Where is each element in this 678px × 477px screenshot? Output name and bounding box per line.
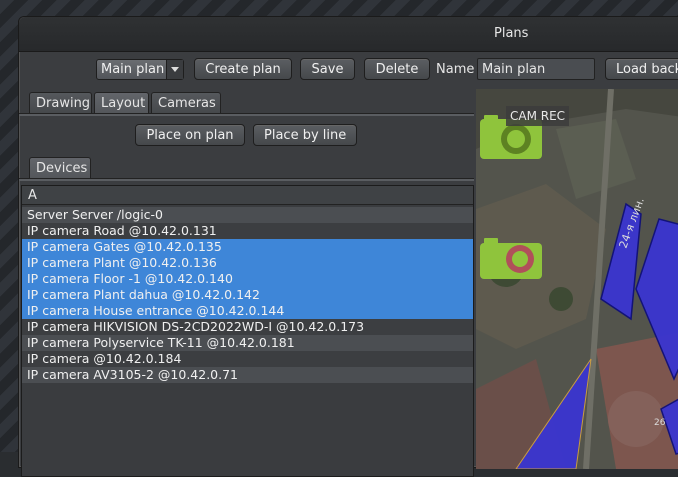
plans-window: Plans Main plan Create plan Save Delete …: [18, 16, 678, 477]
device-row[interactable]: IP camera AV3105-2 @10.42.0.71: [22, 367, 473, 383]
house-number-label: 26: [654, 418, 666, 428]
delete-button[interactable]: Delete: [364, 58, 430, 80]
tab-devices[interactable]: Devices: [29, 157, 91, 178]
titlebar[interactable]: Plans: [19, 17, 678, 52]
camera-icon[interactable]: [480, 238, 542, 279]
tab-divider: [19, 113, 474, 116]
list-header[interactable]: A: [22, 186, 473, 205]
chevron-down-icon[interactable]: [166, 60, 183, 79]
device-row[interactable]: IP camera House entrance @10.42.0.144: [22, 303, 473, 319]
tab-cameras[interactable]: Cameras: [151, 92, 221, 113]
place-by-line-button[interactable]: Place by line: [253, 124, 357, 146]
window-title: Plans: [494, 26, 529, 41]
device-row[interactable]: IP camera Plant @10.42.0.136: [22, 255, 473, 271]
device-list[interactable]: A Server Server /logic-0 IP camera Road @…: [21, 185, 474, 477]
device-row[interactable]: IP camera Plant dahua @10.42.0.142: [22, 287, 473, 303]
device-row[interactable]: IP camera Road @10.42.0.131: [22, 223, 473, 239]
device-row[interactable]: IP camera Gates @10.42.0.135: [22, 239, 473, 255]
device-row[interactable]: IP camera Polyservice TK-11 @10.42.0.181: [22, 335, 473, 351]
devices-tab-divider: [19, 178, 474, 181]
plan-select-value: Main plan: [101, 62, 165, 77]
name-field[interactable]: Main plan: [477, 58, 595, 80]
plan-select[interactable]: Main plan: [96, 59, 184, 80]
place-on-plan-button[interactable]: Place on plan: [135, 124, 245, 146]
load-background-button[interactable]: Load back: [605, 58, 678, 80]
tab-drawing[interactable]: Drawing: [29, 92, 92, 113]
cam-rec-badge: CAM REC: [506, 106, 570, 126]
name-label: Name: [436, 62, 475, 77]
device-row[interactable]: IP camera Floor -1 @10.42.0.140: [22, 271, 473, 287]
tab-layout[interactable]: Layout: [94, 92, 149, 113]
device-row[interactable]: Server Server /logic-0: [22, 207, 473, 223]
plan-map[interactable]: 24-я лин. 26 CAM REC: [476, 89, 678, 469]
device-row[interactable]: IP camera HIKVISION DS-2CD2022WD-I @10.4…: [22, 319, 473, 335]
save-button[interactable]: Save: [300, 58, 355, 80]
device-row[interactable]: IP camera @10.42.0.184: [22, 351, 473, 367]
create-plan-button[interactable]: Create plan: [194, 58, 292, 80]
aerial-map: 24-я лин. 26: [476, 89, 678, 469]
